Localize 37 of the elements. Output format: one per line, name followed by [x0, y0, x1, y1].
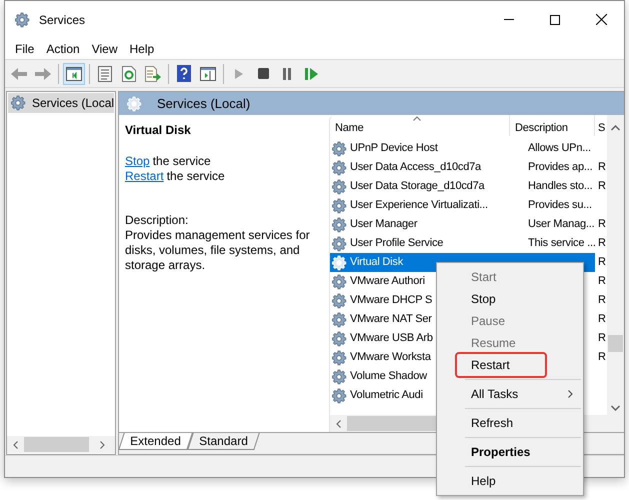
service-name: VMware NAT Ser: [350, 313, 432, 326]
service-description: Allows UPn...: [528, 141, 591, 156]
service-name: VMware Worksta: [350, 351, 431, 364]
service-name: Volume Shadow: [350, 370, 427, 382]
service-name: UPnP Device Host: [350, 142, 438, 154]
service-status: R: [597, 274, 606, 290]
service-name: User Data Access_d10cd7a: [350, 161, 481, 174]
service-description: User Manag...: [528, 217, 594, 232]
service-description: Provides ap...: [528, 160, 592, 176]
service-status: R: [597, 217, 606, 232]
service-status: R: [597, 350, 606, 366]
service-title: Virtual Disk: [125, 123, 192, 138]
service-name: User Data Storage_d10cd7a: [350, 180, 484, 192]
action-text: the service: [166, 169, 225, 184]
service-status: R: [597, 179, 606, 194]
service-status: R: [597, 293, 606, 308]
service-name: VMware DHCP S: [350, 294, 432, 306]
service-status: R: [597, 331, 606, 346]
description-text: Provides management services for disks, volumes, file systems, and storage arrays.: [125, 228, 311, 273]
service-status: R: [597, 160, 606, 176]
service-name: VMware Authori: [350, 275, 425, 288]
service-status: R: [597, 236, 606, 252]
service-status: R: [597, 255, 606, 270]
service-description: Provides su...: [528, 198, 592, 214]
service-name: User Experience Virtualizati...: [350, 199, 488, 212]
service-name: Volumetric Audi: [350, 389, 423, 402]
description-label: Description:: [125, 213, 190, 228]
window-title: Services: [39, 12, 86, 28]
service-name: User Manager: [350, 218, 418, 230]
service-name: VMware USB Arb: [350, 332, 433, 344]
service-description: Handles sto...: [528, 179, 592, 194]
service-name: Virtual Disk: [350, 256, 404, 268]
service-name: User Profile Service: [350, 237, 444, 250]
service-status: R: [597, 312, 606, 328]
pane-title: Services (Local): [157, 94, 250, 113]
action-text: the service: [152, 154, 211, 169]
service-description: This service ...: [528, 236, 596, 252]
